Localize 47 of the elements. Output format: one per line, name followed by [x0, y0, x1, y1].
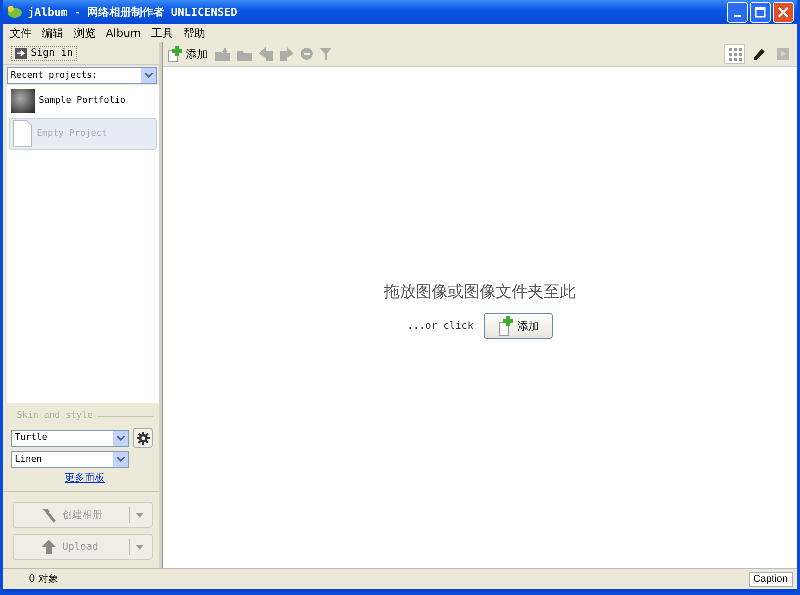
- caption-panel: Caption: [748, 572, 793, 586]
- folder-icon: [215, 48, 230, 60]
- drop-hint: 拖放图像或图像文件夹至此: [384, 282, 576, 303]
- filter-icon: [320, 48, 332, 60]
- project-name: Sample Portfolio: [39, 96, 126, 106]
- add-icon: [168, 46, 184, 62]
- maximize-icon: [755, 6, 766, 18]
- menu-item[interactable]: 帮助: [178, 26, 210, 40]
- play-icon: [776, 48, 788, 60]
- settings-icon: [136, 432, 150, 444]
- arrow-left-icon: [259, 47, 273, 61]
- skin-dropdown[interactable]: Turtle: [11, 430, 129, 446]
- minimize-button[interactable]: [727, 2, 748, 22]
- close-icon: [778, 6, 789, 18]
- menu-item[interactable]: 编辑: [37, 26, 69, 40]
- caret-icon: [136, 544, 144, 550]
- menu-item[interactable]: 工具: [146, 26, 178, 40]
- sign-in-button[interactable]: Sign in: [11, 46, 78, 60]
- photo-placeholder: [11, 89, 35, 113]
- caret-icon: [136, 512, 144, 518]
- arrow-right-icon: [280, 47, 294, 61]
- section-label: Skin and style: [17, 411, 93, 421]
- pencil-icon: [752, 47, 766, 61]
- menu-item[interactable]: Album: [101, 26, 146, 40]
- arrow-up-icon: [42, 540, 56, 554]
- turtle-icon: [7, 5, 23, 19]
- menu-item[interactable]: 文件: [5, 26, 37, 40]
- minus-icon: [301, 48, 313, 60]
- add-icon: [496, 315, 515, 337]
- style-dropdown[interactable]: Linen: [11, 451, 129, 468]
- project-item[interactable]: Sample Portfolio: [7, 85, 159, 117]
- settings-button[interactable]: [133, 428, 153, 448]
- close-button[interactable]: [773, 2, 794, 22]
- add-button[interactable]: 添加: [167, 44, 209, 64]
- recent-projects-dropdown[interactable]: Recent projects:: [7, 67, 157, 84]
- window-title: jAlbum - 网络相册制作者 UNLICENSED: [28, 4, 238, 20]
- add-button[interactable]: 添加: [484, 313, 553, 339]
- project-name: Empty Project: [37, 129, 108, 139]
- arrow-right-icon: [15, 48, 27, 58]
- status-count: 0 对象: [29, 572, 59, 586]
- grid-icon: [728, 47, 742, 61]
- or-click-label: ...or click: [407, 320, 474, 332]
- menu-item[interactable]: 浏览: [69, 26, 101, 40]
- maximize-button[interactable]: [750, 2, 771, 22]
- more-panels-link[interactable]: 更多面板: [65, 471, 105, 485]
- minimize-icon: [734, 15, 741, 17]
- blank-page-icon: [13, 120, 33, 148]
